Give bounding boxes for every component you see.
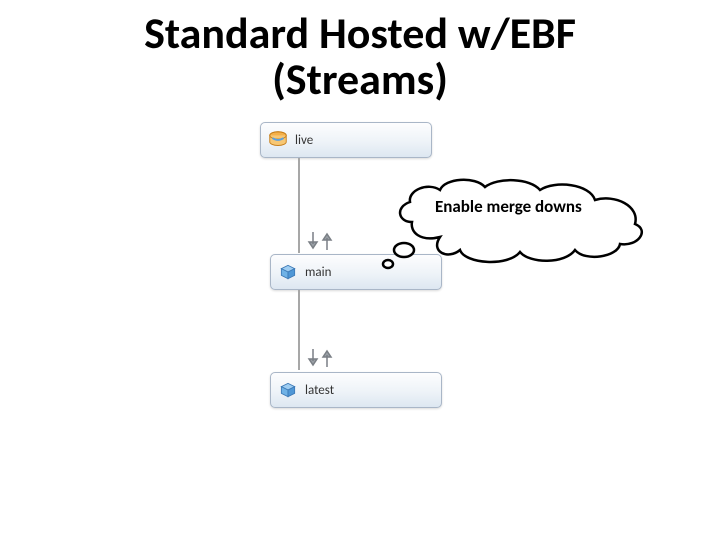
box-icon — [277, 379, 299, 401]
arrow-down-icon — [307, 230, 319, 252]
arrow-up-icon — [321, 347, 333, 369]
arrow-down-icon — [307, 347, 319, 369]
merge-arrows-main-latest — [305, 347, 335, 369]
diagram-canvas: live main — [0, 102, 720, 522]
disk-icon — [267, 129, 289, 151]
title-line-2: (Streams) — [272, 52, 448, 106]
cloud-icon — [380, 172, 660, 272]
callout-cloud: Enable merge downs — [380, 172, 660, 272]
connector-main-latest — [298, 290, 300, 370]
connector-live-main — [298, 158, 300, 253]
stream-label-main: main — [305, 265, 331, 280]
box-icon — [277, 261, 299, 283]
arrow-up-icon — [321, 230, 333, 252]
stream-node-latest: latest — [270, 372, 442, 408]
stream-label-live: live — [295, 133, 313, 148]
callout-text: Enable merge downs — [435, 196, 582, 217]
stream-node-live: live — [260, 122, 432, 158]
page-title: Standard Hosted w/EBF (Streams) — [0, 0, 720, 102]
stream-label-latest: latest — [305, 383, 334, 398]
merge-arrows-live-main — [305, 230, 335, 252]
